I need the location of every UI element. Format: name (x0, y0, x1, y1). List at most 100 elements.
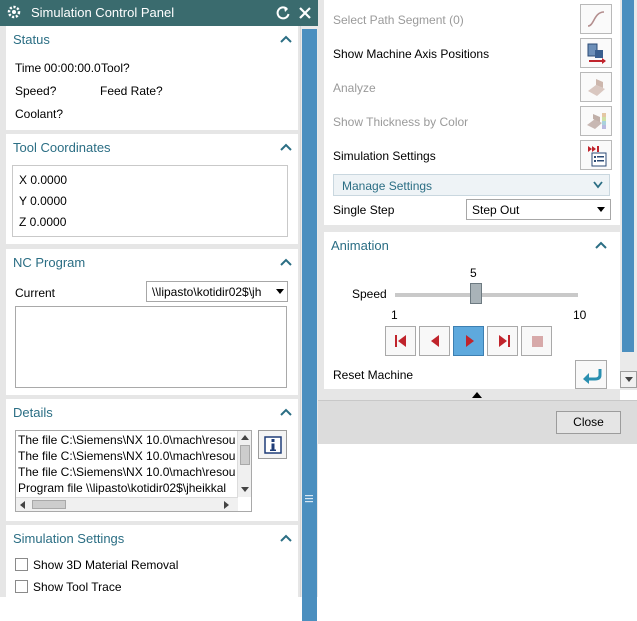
nc-program-header[interactable]: NC Program (6, 249, 298, 275)
analyze-label: Analyze (333, 81, 376, 95)
details-log[interactable]: The file C:\Siemens\NX 10.0\mach\resou T… (15, 430, 252, 512)
right-vertical-scrollbar[interactable] (620, 0, 637, 390)
details-header[interactable]: Details (6, 399, 298, 425)
speed-max-label: 10 (573, 308, 587, 322)
speed-slider-track[interactable] (395, 293, 578, 297)
details-section: Details The file C:\Siemens\NX 10.0\mach… (6, 399, 298, 521)
nc-program-list[interactable] (15, 306, 287, 388)
coord-z: Z 0.0000 (19, 215, 67, 229)
nc-program-section: NC Program Current \\lipasto\kotidir02$\… (6, 249, 298, 395)
jump-to-start-button[interactable] (385, 326, 416, 356)
scroll-down-button[interactable] (620, 371, 637, 388)
info-button[interactable] (258, 430, 287, 459)
single-step-select[interactable]: Step Out (466, 199, 611, 220)
scroll-thumb[interactable] (240, 445, 250, 465)
current-label: Current (15, 286, 56, 300)
show-tool-trace-checkbox[interactable] (15, 580, 28, 593)
single-step-value: Step Out (472, 203, 520, 217)
scroll-thumb[interactable] (302, 29, 317, 621)
tool-coordinates-section: Tool Coordinates X 0.0000 Y 0.0000 Z 0.0… (6, 134, 298, 244)
tool-coordinates-header[interactable]: Tool Coordinates (6, 134, 298, 160)
scroll-left-icon[interactable] (19, 501, 25, 509)
coord-x: X 0.0000 (19, 173, 68, 187)
current-program-value: \\lipasto\kotidir02$\jh (152, 285, 262, 299)
animation-header[interactable]: Animation (324, 232, 621, 258)
jump-to-end-button[interactable] (487, 326, 518, 356)
collapse-arrow-icon[interactable] (472, 391, 482, 398)
speed-label: Speed (352, 287, 387, 301)
show-3d-material-checkbox[interactable] (15, 558, 28, 571)
scroll-up-icon[interactable] (241, 434, 249, 440)
animation-section: Animation 5 Speed 1 10 Reset Machine (324, 232, 621, 389)
step-back-icon (431, 335, 439, 347)
scroll-thumb[interactable] (622, 0, 634, 352)
simulation-settings-icon (588, 146, 607, 167)
status-section: Status Time 00:00:00.0 Tool? Speed? Feed… (6, 26, 298, 130)
current-program-select[interactable]: \\lipasto\kotidir02$\jh (146, 281, 288, 302)
details-vscroll[interactable] (237, 431, 251, 497)
coord-y: Y 0.0000 (19, 194, 67, 208)
reset-machine-button[interactable] (575, 360, 607, 389)
chevron-up-icon[interactable] (280, 257, 292, 267)
manage-settings-subheader[interactable]: Manage Settings (333, 174, 610, 196)
close-icon[interactable] (297, 5, 313, 21)
speed-current-value: 5 (470, 266, 477, 280)
details-line: The file C:\Siemens\NX 10.0\mach\resou (18, 433, 236, 447)
scroll-thumb[interactable] (32, 500, 66, 509)
path-segment-icon (587, 11, 605, 27)
tool-label: Tool? (101, 61, 130, 75)
reset-machine-icon (583, 369, 602, 384)
simulation-control-panel: Simulation Control Panel Status Time 00:… (0, 0, 318, 621)
time-label: Time (15, 61, 42, 75)
tool-coordinates-title: Tool Coordinates (13, 140, 111, 155)
show-machine-axis-button[interactable] (580, 38, 612, 68)
scroll-down-icon[interactable] (241, 487, 249, 493)
simulation-settings-header[interactable]: Simulation Settings (6, 525, 298, 551)
show-machine-axis-label: Show Machine Axis Positions (333, 47, 490, 61)
chevron-up-icon[interactable] (280, 142, 292, 152)
select-path-segment-button[interactable] (580, 4, 612, 34)
status-header[interactable]: Status (6, 26, 298, 52)
dialog-footer: Close (318, 400, 637, 444)
chevron-up-icon[interactable] (280, 407, 292, 417)
speed-min-label: 1 (391, 308, 398, 322)
skip-end-icon (499, 335, 510, 347)
left-scroll-area: Status Time 00:00:00.0 Tool? Speed? Feed… (0, 26, 300, 597)
speed-status-label: Speed? (15, 84, 57, 98)
chevron-down-icon (597, 207, 605, 212)
chevron-up-icon[interactable] (280, 533, 292, 543)
gear-icon (7, 5, 21, 19)
nc-program-title: NC Program (13, 255, 86, 270)
speed-slider-thumb[interactable] (470, 283, 483, 304)
scroll-down-icon (625, 377, 633, 382)
feed-rate-label: Feed Rate? (100, 84, 163, 98)
details-line: The file C:\Siemens\NX 10.0\mach\resou (18, 449, 236, 463)
details-hscroll[interactable] (16, 497, 238, 511)
scroll-right-icon[interactable] (224, 501, 230, 509)
chevron-down-icon[interactable] (593, 181, 603, 189)
stop-button[interactable] (521, 326, 552, 356)
step-back-button[interactable] (419, 326, 450, 356)
chevron-up-icon[interactable] (595, 240, 607, 250)
play-icon (466, 335, 474, 347)
simulation-settings-button[interactable] (580, 140, 612, 170)
reset-icon[interactable] (275, 5, 291, 21)
play-button[interactable] (453, 326, 484, 356)
chevron-up-icon[interactable] (280, 34, 292, 44)
coordinates-box: X 0.0000 Y 0.0000 Z 0.0000 (12, 165, 288, 237)
right-options-group: Select Path Segment (0) Show Machine Axi… (324, 0, 621, 225)
analyze-button[interactable] (580, 72, 612, 102)
show-tool-trace-label: Show Tool Trace (33, 580, 122, 594)
grip-icon (305, 495, 313, 503)
close-button[interactable]: Close (556, 411, 621, 434)
stop-icon (532, 336, 543, 347)
left-vertical-scrollbar[interactable] (300, 26, 318, 621)
details-line: Program file \\lipasto\kotidir02$\jheikk… (18, 481, 227, 495)
reset-machine-label: Reset Machine (333, 368, 414, 382)
show-thickness-button[interactable] (580, 106, 612, 136)
info-icon (264, 436, 282, 454)
single-step-label: Single Step (333, 203, 395, 217)
empty-area (318, 444, 637, 597)
skip-start-icon (395, 335, 406, 347)
thickness-color-icon (587, 113, 606, 129)
